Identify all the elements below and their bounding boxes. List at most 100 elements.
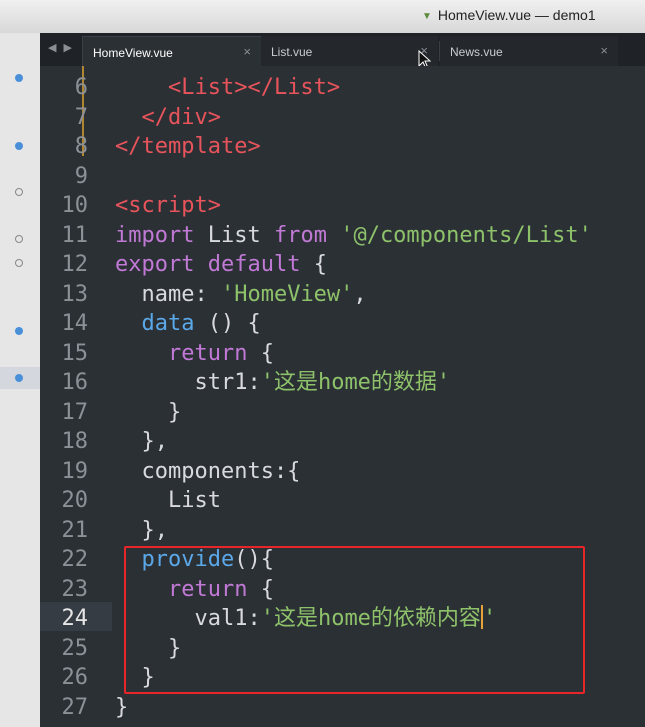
line-number: 12: [61, 252, 89, 277]
marker-dot: [15, 142, 23, 150]
line-number: 23: [61, 576, 89, 602]
code-token: ,: [353, 281, 367, 307]
tab-homeview[interactable]: HomeView.vue ×: [82, 36, 262, 67]
tab-list[interactable]: List.vue ×: [261, 36, 438, 66]
code-text: name: 'HomeView',: [115, 280, 367, 310]
code-text: },: [115, 427, 168, 457]
code-token: import: [115, 222, 195, 248]
code-token: <script>: [115, 193, 221, 218]
line-number: 16: [61, 370, 89, 395]
code-token: return: [167, 340, 248, 366]
code-token: List: [194, 222, 274, 248]
code-token: data: [141, 311, 195, 336]
code-token: },: [115, 429, 168, 454]
tab-news[interactable]: News.vue ×: [440, 36, 618, 66]
vue-file-icon: ▼: [422, 11, 432, 22]
code-line[interactable]: 11 import List from '@/components/List': [40, 221, 645, 251]
line-number: 17: [61, 399, 89, 425]
code-text: data () {: [115, 309, 261, 339]
code-line[interactable]: 10 <script>: [40, 191, 645, 221]
code-token: str1:: [115, 370, 261, 395]
code-line[interactable]: 21 },: [40, 516, 645, 546]
line-number: 8: [74, 134, 88, 159]
line-number: 10: [61, 193, 89, 218]
code-text: List: [115, 486, 221, 516]
code-token: 'HomeView': [220, 281, 354, 307]
window-title-text: HomeView.vue — demo1: [437, 7, 596, 23]
line-number: 19: [61, 458, 89, 484]
code-text: },: [115, 516, 168, 546]
code-line[interactable]: 12 export default {: [40, 250, 645, 280]
code-token: </template>: [115, 134, 261, 159]
line-number: 22: [61, 547, 89, 572]
code-line[interactable]: 6 <List></List>: [40, 73, 645, 103]
code-line[interactable]: 15 return {: [40, 339, 645, 369]
code-text: <List></List>: [115, 73, 340, 103]
code-token: from: [273, 222, 327, 248]
code-text: </template>: [115, 132, 261, 162]
code-line[interactable]: 20 List: [40, 486, 645, 516]
code-line[interactable]: 18 },: [40, 427, 645, 457]
line-number: 11: [61, 222, 89, 248]
code-token: }: [115, 399, 182, 425]
code-text: }: [115, 693, 128, 723]
code-token: {: [300, 252, 327, 277]
code-text: export default {: [115, 250, 327, 280]
code-token: List: [115, 488, 221, 513]
code-line[interactable]: 16 str1:'这是home的数据': [40, 368, 645, 398]
marker-ring: [15, 188, 23, 196]
code-line[interactable]: 14 data () {: [40, 309, 645, 339]
code-token: () {: [194, 311, 261, 336]
code-line[interactable]: 7 </div>: [40, 103, 645, 133]
marker-dot: [15, 327, 23, 335]
editor-window: { "window": { "title": "HomeView.vue — d…: [0, 0, 645, 727]
annotation-highlight-box: [124, 546, 585, 694]
line-number: 13: [61, 281, 89, 307]
code-token: }: [115, 694, 129, 720]
code-line[interactable]: 8 </template>: [40, 132, 645, 162]
line-number: 21: [61, 517, 89, 543]
line-number: 27: [61, 694, 89, 720]
line-number: 24: [61, 606, 89, 631]
marker-ring: [15, 259, 23, 267]
tab-bar: ◀ ▶ HomeView.vue × List.vue × News.vue ×: [40, 33, 645, 67]
code-text: </div>: [115, 103, 221, 133]
code-line[interactable]: 19 components:{: [40, 457, 645, 487]
tab-label: List.vue: [271, 45, 313, 59]
line-number: 15: [61, 340, 89, 366]
code-line[interactable]: 13 name: 'HomeView',: [40, 280, 645, 310]
marker-dot: [15, 74, 23, 82]
code-token: </div>: [141, 104, 221, 130]
code-token: '这是home的数据': [260, 370, 451, 395]
code-token: },: [115, 517, 168, 543]
marker-ring: [15, 235, 23, 243]
code-text: import List from '@/components/List': [115, 221, 592, 251]
tab-label: News.vue: [450, 45, 503, 59]
window-title: ▼ HomeView.vue — demo1: [422, 7, 596, 23]
side-strip: [0, 33, 40, 727]
tab-nav-arrows[interactable]: ◀ ▶: [48, 41, 74, 54]
line-number: 7: [74, 104, 88, 130]
line-number: 26: [61, 665, 89, 690]
title-bar: ▼ HomeView.vue — demo1: [0, 0, 645, 34]
code-text: return {: [115, 339, 274, 369]
tab-close-icon[interactable]: ×: [243, 44, 251, 59]
code-text: }: [115, 398, 181, 428]
code-token: export: [115, 252, 195, 277]
tab-close-icon[interactable]: ×: [600, 43, 608, 58]
code-line[interactable]: 9: [40, 162, 645, 192]
code-line[interactable]: 27}: [40, 693, 645, 723]
code-line[interactable]: 17 }: [40, 398, 645, 428]
code-token: default: [207, 252, 301, 277]
code-text: str1:'这是home的数据': [115, 368, 450, 398]
tab-label: HomeView.vue: [93, 46, 173, 60]
line-number: 14: [61, 311, 89, 336]
line-number: 18: [61, 429, 89, 454]
code-token: '@/components/List': [340, 222, 592, 248]
line-number: 20: [61, 488, 89, 513]
line-number: 6: [74, 75, 88, 100]
